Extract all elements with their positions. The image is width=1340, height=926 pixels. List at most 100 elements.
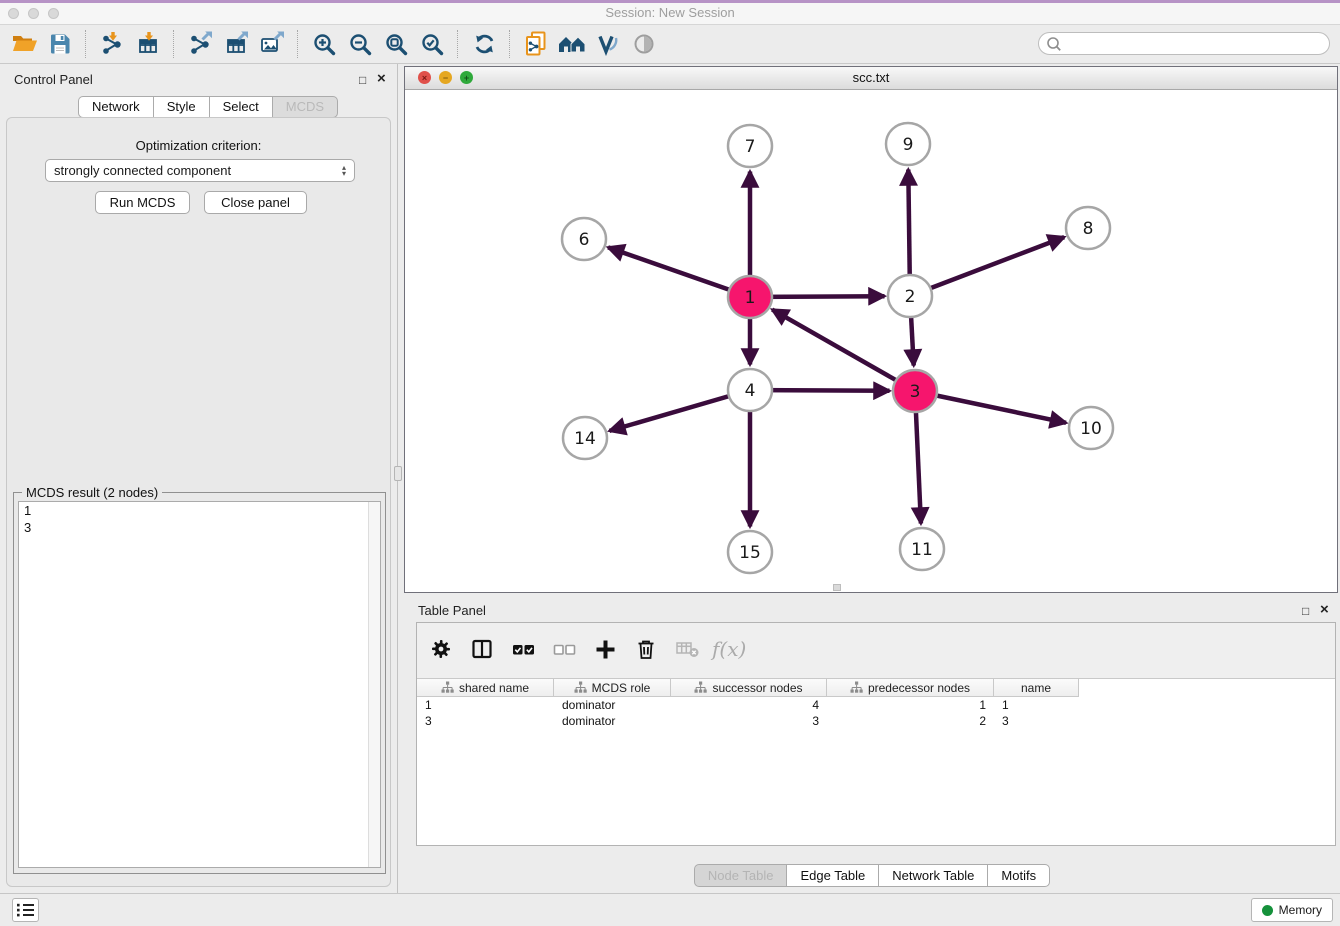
toolbar-separator xyxy=(509,30,511,58)
zoom-selected-button[interactable] xyxy=(414,28,450,60)
list-icon xyxy=(16,902,35,918)
tab-network[interactable]: Network xyxy=(78,96,153,118)
graph-node-1[interactable]: 1 xyxy=(728,276,772,318)
table-cell[interactable]: dominator xyxy=(554,713,671,729)
table-cell[interactable]: 3 xyxy=(417,713,554,729)
table-cell[interactable]: 1 xyxy=(994,697,1079,713)
gear-button[interactable] xyxy=(427,635,455,663)
zoom-in-button[interactable] xyxy=(306,28,342,60)
column-header-name[interactable]: name xyxy=(994,679,1079,697)
table-panel-tabs: Node TableEdge TableNetwork TableMotifs xyxy=(404,864,1340,887)
add-button[interactable] xyxy=(591,635,619,663)
result-scrollbar[interactable] xyxy=(368,502,380,867)
search-input[interactable] xyxy=(1063,36,1329,52)
graph-node-3[interactable]: 3 xyxy=(893,370,937,412)
graph-node-4[interactable]: 4 xyxy=(728,369,772,411)
edge-3-1[interactable] xyxy=(772,310,915,391)
toggle-graphics-details-icon xyxy=(595,32,621,56)
table-cell[interactable]: 3 xyxy=(994,713,1079,729)
graph-node-14[interactable]: 14 xyxy=(563,417,607,459)
tab-network-table[interactable]: Network Table xyxy=(878,864,987,887)
save-button[interactable] xyxy=(42,28,78,60)
tab-edge-table[interactable]: Edge Table xyxy=(786,864,878,887)
close-table-panel-icon[interactable]: × xyxy=(1320,604,1329,616)
table-cell[interactable]: 4 xyxy=(671,697,827,713)
export-table-icon xyxy=(223,30,250,57)
table-row[interactable]: 1dominator411 xyxy=(417,697,1335,713)
tab-motifs[interactable]: Motifs xyxy=(987,864,1050,887)
run-mcds-button[interactable]: Run MCDS xyxy=(95,191,190,214)
graph-node-15[interactable]: 15 xyxy=(728,531,772,573)
tab-node-table[interactable]: Node Table xyxy=(694,864,787,887)
function-builder-disabled-icon: f(x) xyxy=(710,636,746,662)
table-cell[interactable]: dominator xyxy=(554,697,671,713)
optimization-criterion-select[interactable]: strongly connected component ▴▾ xyxy=(45,159,355,182)
zoom-fit-button[interactable] xyxy=(378,28,414,60)
graph-node-8[interactable]: 8 xyxy=(1066,207,1110,249)
zoom-selected-icon xyxy=(420,32,444,56)
canvas-resize-handle[interactable] xyxy=(833,584,841,591)
import-table-button[interactable] xyxy=(130,28,166,60)
memory-button[interactable]: Memory xyxy=(1251,898,1333,922)
function-builder-disabled-button: f(x) xyxy=(714,635,742,663)
application-window: Session: New Session Control Panel □ × N… xyxy=(0,0,1340,926)
graph-node-2[interactable]: 2 xyxy=(888,275,932,317)
float-panel-icon[interactable]: □ xyxy=(359,73,366,87)
mcds-result-textarea[interactable]: 13 xyxy=(18,501,381,868)
open-folder-button[interactable] xyxy=(6,28,42,60)
table-panel-content: f(x) shared nameMCDS rolesuccessor nodes… xyxy=(416,622,1336,846)
import-network-icon xyxy=(99,30,126,57)
node-label: 2 xyxy=(905,287,916,307)
tab-mcds[interactable]: MCDS xyxy=(272,96,338,118)
refresh-button[interactable] xyxy=(466,28,502,60)
float-table-panel-icon[interactable]: □ xyxy=(1302,604,1309,618)
table-cell[interactable]: 1 xyxy=(417,697,554,713)
split-columns-button[interactable] xyxy=(468,635,496,663)
deselect-all-button[interactable] xyxy=(550,635,578,663)
task-history-button[interactable] xyxy=(12,898,39,922)
network-file-button[interactable] xyxy=(518,28,554,60)
column-header-shared-name[interactable]: shared name xyxy=(417,679,554,697)
zoom-in-icon xyxy=(312,32,336,56)
delete-table-disabled-button xyxy=(673,635,701,663)
tab-style[interactable]: Style xyxy=(153,96,209,118)
deselect-all-icon xyxy=(552,637,577,661)
edge-2-8[interactable] xyxy=(910,237,1064,296)
delete-button[interactable] xyxy=(632,635,660,663)
column-header-predecessor-nodes[interactable]: predecessor nodes xyxy=(827,679,994,697)
search-box[interactable] xyxy=(1038,32,1330,55)
graph-node-10[interactable]: 10 xyxy=(1069,407,1113,449)
close-panel-icon[interactable]: × xyxy=(377,73,386,85)
panel-splitter-handle[interactable] xyxy=(394,466,402,481)
close-panel-button[interactable]: Close panel xyxy=(204,191,307,214)
zoom-out-button[interactable] xyxy=(342,28,378,60)
table-cell[interactable]: 3 xyxy=(671,713,827,729)
home-button[interactable] xyxy=(554,28,590,60)
table-row[interactable]: 3dominator323 xyxy=(417,713,1335,729)
import-network-button[interactable] xyxy=(94,28,130,60)
sort-hierarchy-icon xyxy=(441,681,454,694)
tab-select[interactable]: Select xyxy=(209,96,272,118)
graph-node-11[interactable]: 11 xyxy=(900,528,944,570)
export-network-button[interactable] xyxy=(182,28,218,60)
export-image-button[interactable] xyxy=(254,28,290,60)
graph-node-9[interactable]: 9 xyxy=(886,123,930,165)
export-table-button[interactable] xyxy=(218,28,254,60)
graph-node-6[interactable]: 6 xyxy=(562,218,606,260)
graph-node-7[interactable]: 7 xyxy=(728,125,772,167)
toggle-graphics-details-button[interactable] xyxy=(590,28,626,60)
zoom-out-icon xyxy=(348,32,372,56)
birdseye-view-button[interactable] xyxy=(626,28,662,60)
column-header-MCDS-role[interactable]: MCDS role xyxy=(554,679,671,697)
import-table-icon xyxy=(135,30,162,57)
delete-icon xyxy=(634,637,658,662)
titlebar: Session: New Session xyxy=(0,0,1340,25)
table-cell[interactable]: 2 xyxy=(827,713,994,729)
table-cell[interactable]: 1 xyxy=(827,697,994,713)
search-icon xyxy=(1045,35,1063,53)
network-canvas[interactable]: 7 9 6 8 1 2 4 3 14 10 15 11 xyxy=(405,89,1337,592)
delete-table-disabled-icon xyxy=(675,638,700,660)
select-all-button[interactable] xyxy=(509,635,537,663)
mcds-result-group: MCDS result (2 nodes) 13 xyxy=(13,492,386,874)
column-header-successor-nodes[interactable]: successor nodes xyxy=(671,679,827,697)
